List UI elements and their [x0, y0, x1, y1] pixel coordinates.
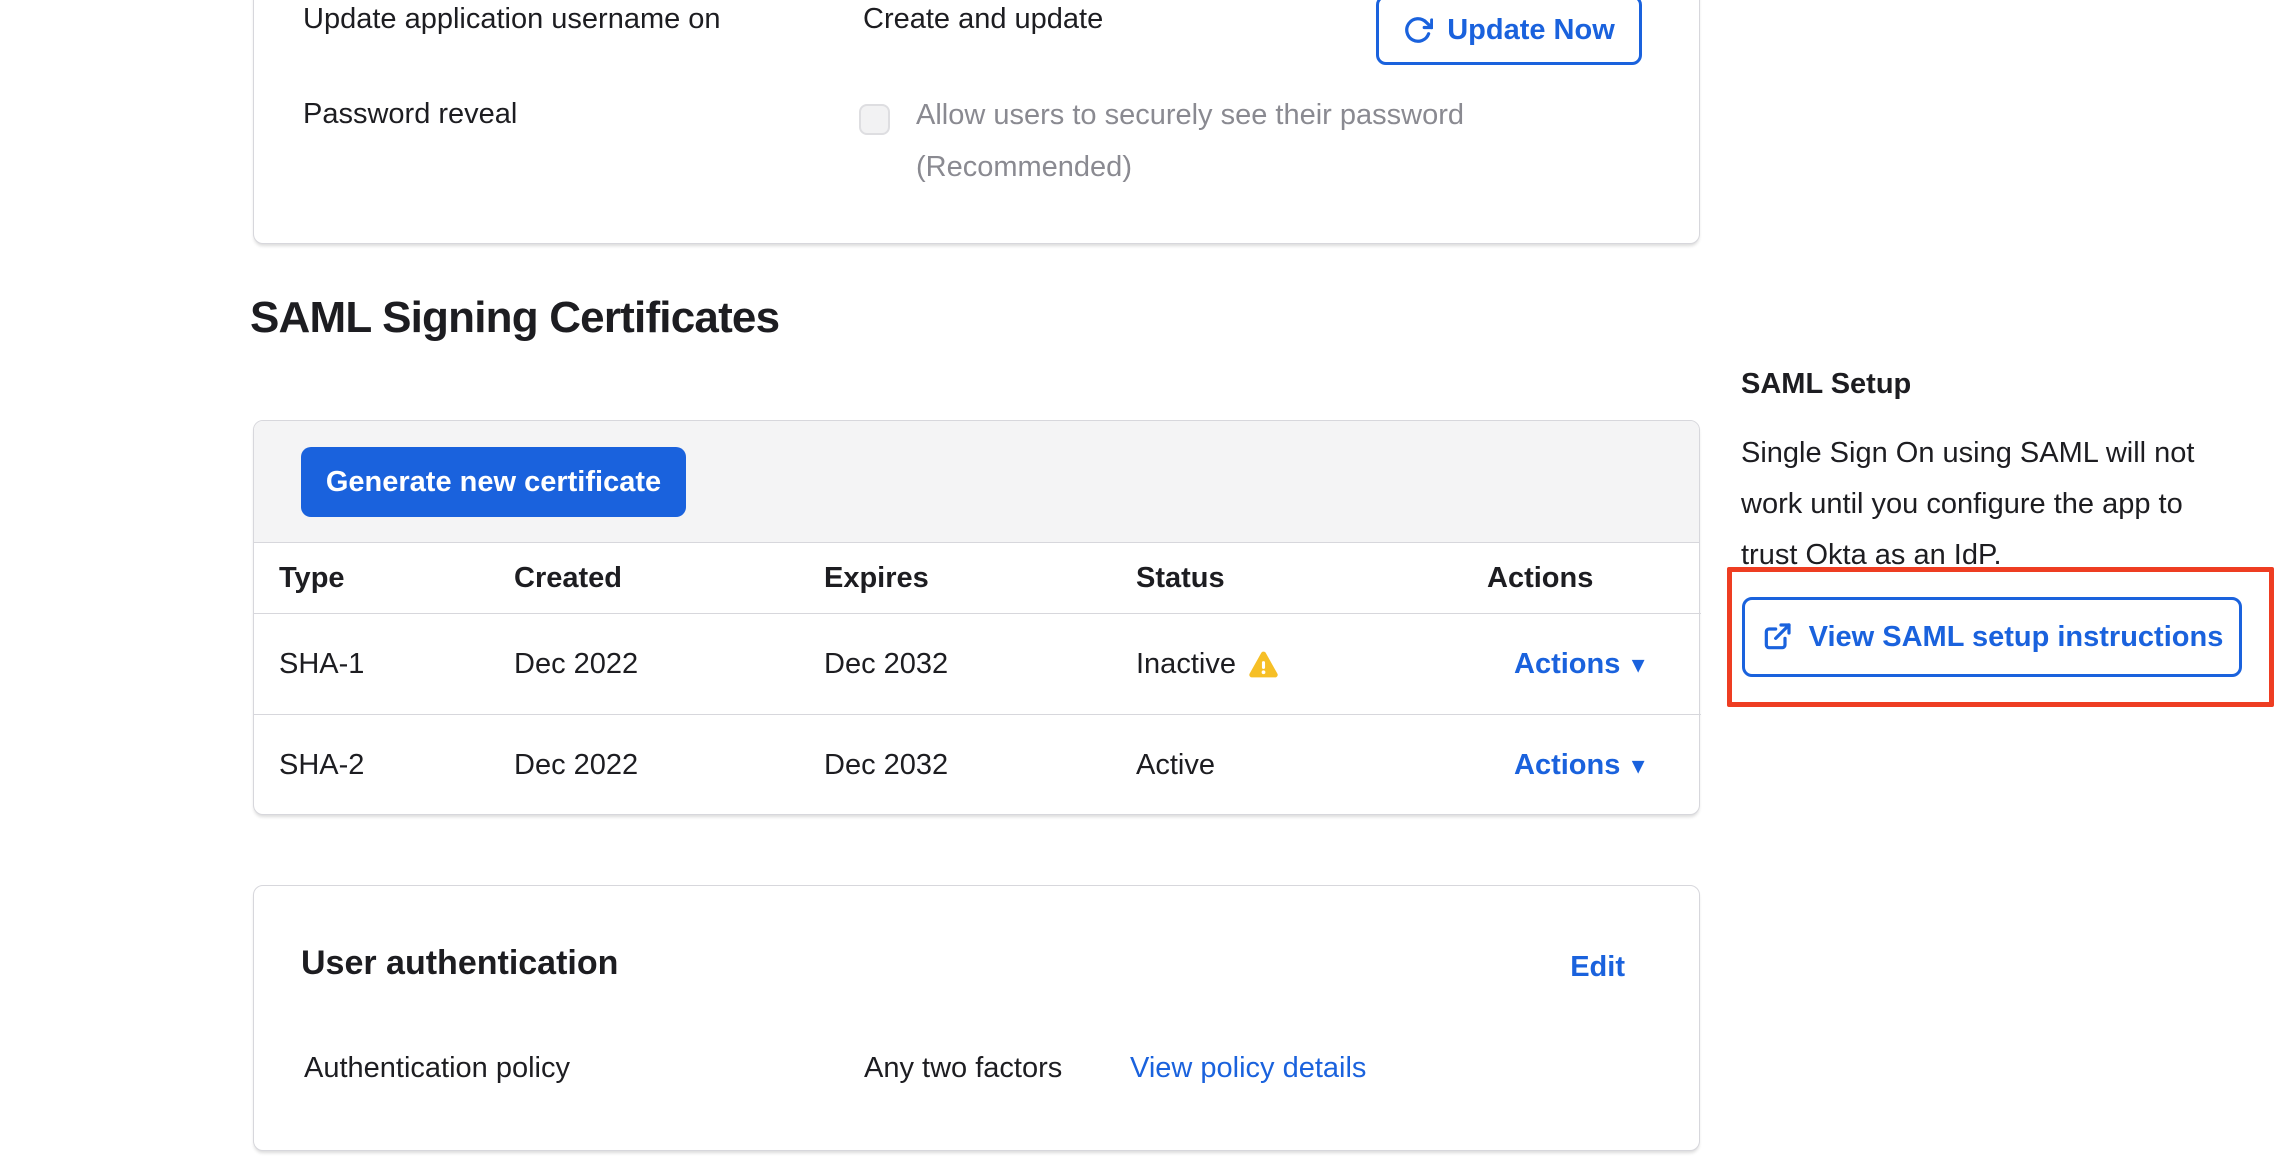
saml-setup-heading: SAML Setup: [1741, 368, 1911, 401]
cell-created: Dec 2022: [489, 749, 799, 782]
table-row: SHA-1 Dec 2022 Dec 2032 Inactive Actions…: [254, 614, 1701, 715]
chevron-down-icon: ▾: [1632, 653, 1644, 676]
password-reveal-checkbox-note: (Recommended): [916, 151, 1132, 184]
update-username-label: Update application username on: [303, 3, 721, 36]
cell-type: SHA-1: [254, 648, 489, 681]
user-authentication-panel: User authentication Edit Authentication …: [253, 885, 1700, 1151]
authentication-policy-value: Any two factors: [864, 1052, 1062, 1085]
cell-type: SHA-2: [254, 749, 489, 782]
table-row: SHA-2 Dec 2022 Dec 2032 Active Actions ▾: [254, 715, 1701, 815]
col-header-status: Status: [1111, 562, 1462, 595]
edit-link[interactable]: Edit: [1570, 951, 1625, 984]
actions-label: Actions: [1514, 749, 1620, 782]
actions-dropdown[interactable]: Actions ▾: [1514, 749, 1644, 782]
update-now-button[interactable]: Update Now: [1376, 0, 1642, 65]
external-link-icon: [1761, 621, 1793, 653]
certificates-table-header: Type Created Expires Status Actions: [254, 543, 1701, 614]
credentials-panel: Update application username on Create an…: [253, 0, 1700, 244]
view-policy-details-link[interactable]: View policy details: [1130, 1052, 1366, 1085]
status-text: Active: [1136, 749, 1215, 782]
password-reveal-label: Password reveal: [303, 98, 517, 131]
col-header-actions: Actions: [1462, 562, 1701, 595]
warning-icon: [1248, 649, 1279, 680]
password-reveal-checkbox[interactable]: [859, 104, 890, 135]
cell-expires: Dec 2032: [799, 648, 1111, 681]
password-reveal-checkbox-text: Allow users to securely see their passwo…: [916, 99, 1464, 132]
authentication-policy-label: Authentication policy: [304, 1052, 570, 1085]
view-saml-setup-instructions-button[interactable]: View SAML setup instructions: [1742, 597, 2242, 677]
page-title: SAML Signing Certificates: [250, 293, 779, 343]
col-header-type: Type: [254, 562, 489, 595]
okta-app-sign-on-page: Update application username on Create an…: [0, 0, 2279, 1158]
view-saml-setup-label: View SAML setup instructions: [1809, 621, 2224, 654]
col-header-expires: Expires: [799, 562, 1111, 595]
cell-created: Dec 2022: [489, 648, 799, 681]
saml-setup-description: Single Sign On using SAML will not work …: [1741, 428, 2233, 581]
actions-dropdown[interactable]: Actions ▾: [1514, 648, 1644, 681]
user-authentication-heading: User authentication: [301, 944, 618, 983]
update-now-label: Update Now: [1447, 14, 1615, 47]
update-username-value: Create and update: [863, 3, 1103, 36]
actions-label: Actions: [1514, 648, 1620, 681]
refresh-icon: [1403, 15, 1433, 45]
cell-expires: Dec 2032: [799, 749, 1111, 782]
generate-certificate-button[interactable]: Generate new certificate: [301, 447, 686, 517]
col-header-created: Created: [489, 562, 799, 595]
status-text: Inactive: [1136, 648, 1236, 681]
chevron-down-icon: ▾: [1632, 754, 1644, 777]
saml-certificates-panel: Generate new certificate Type Created Ex…: [253, 420, 1700, 815]
